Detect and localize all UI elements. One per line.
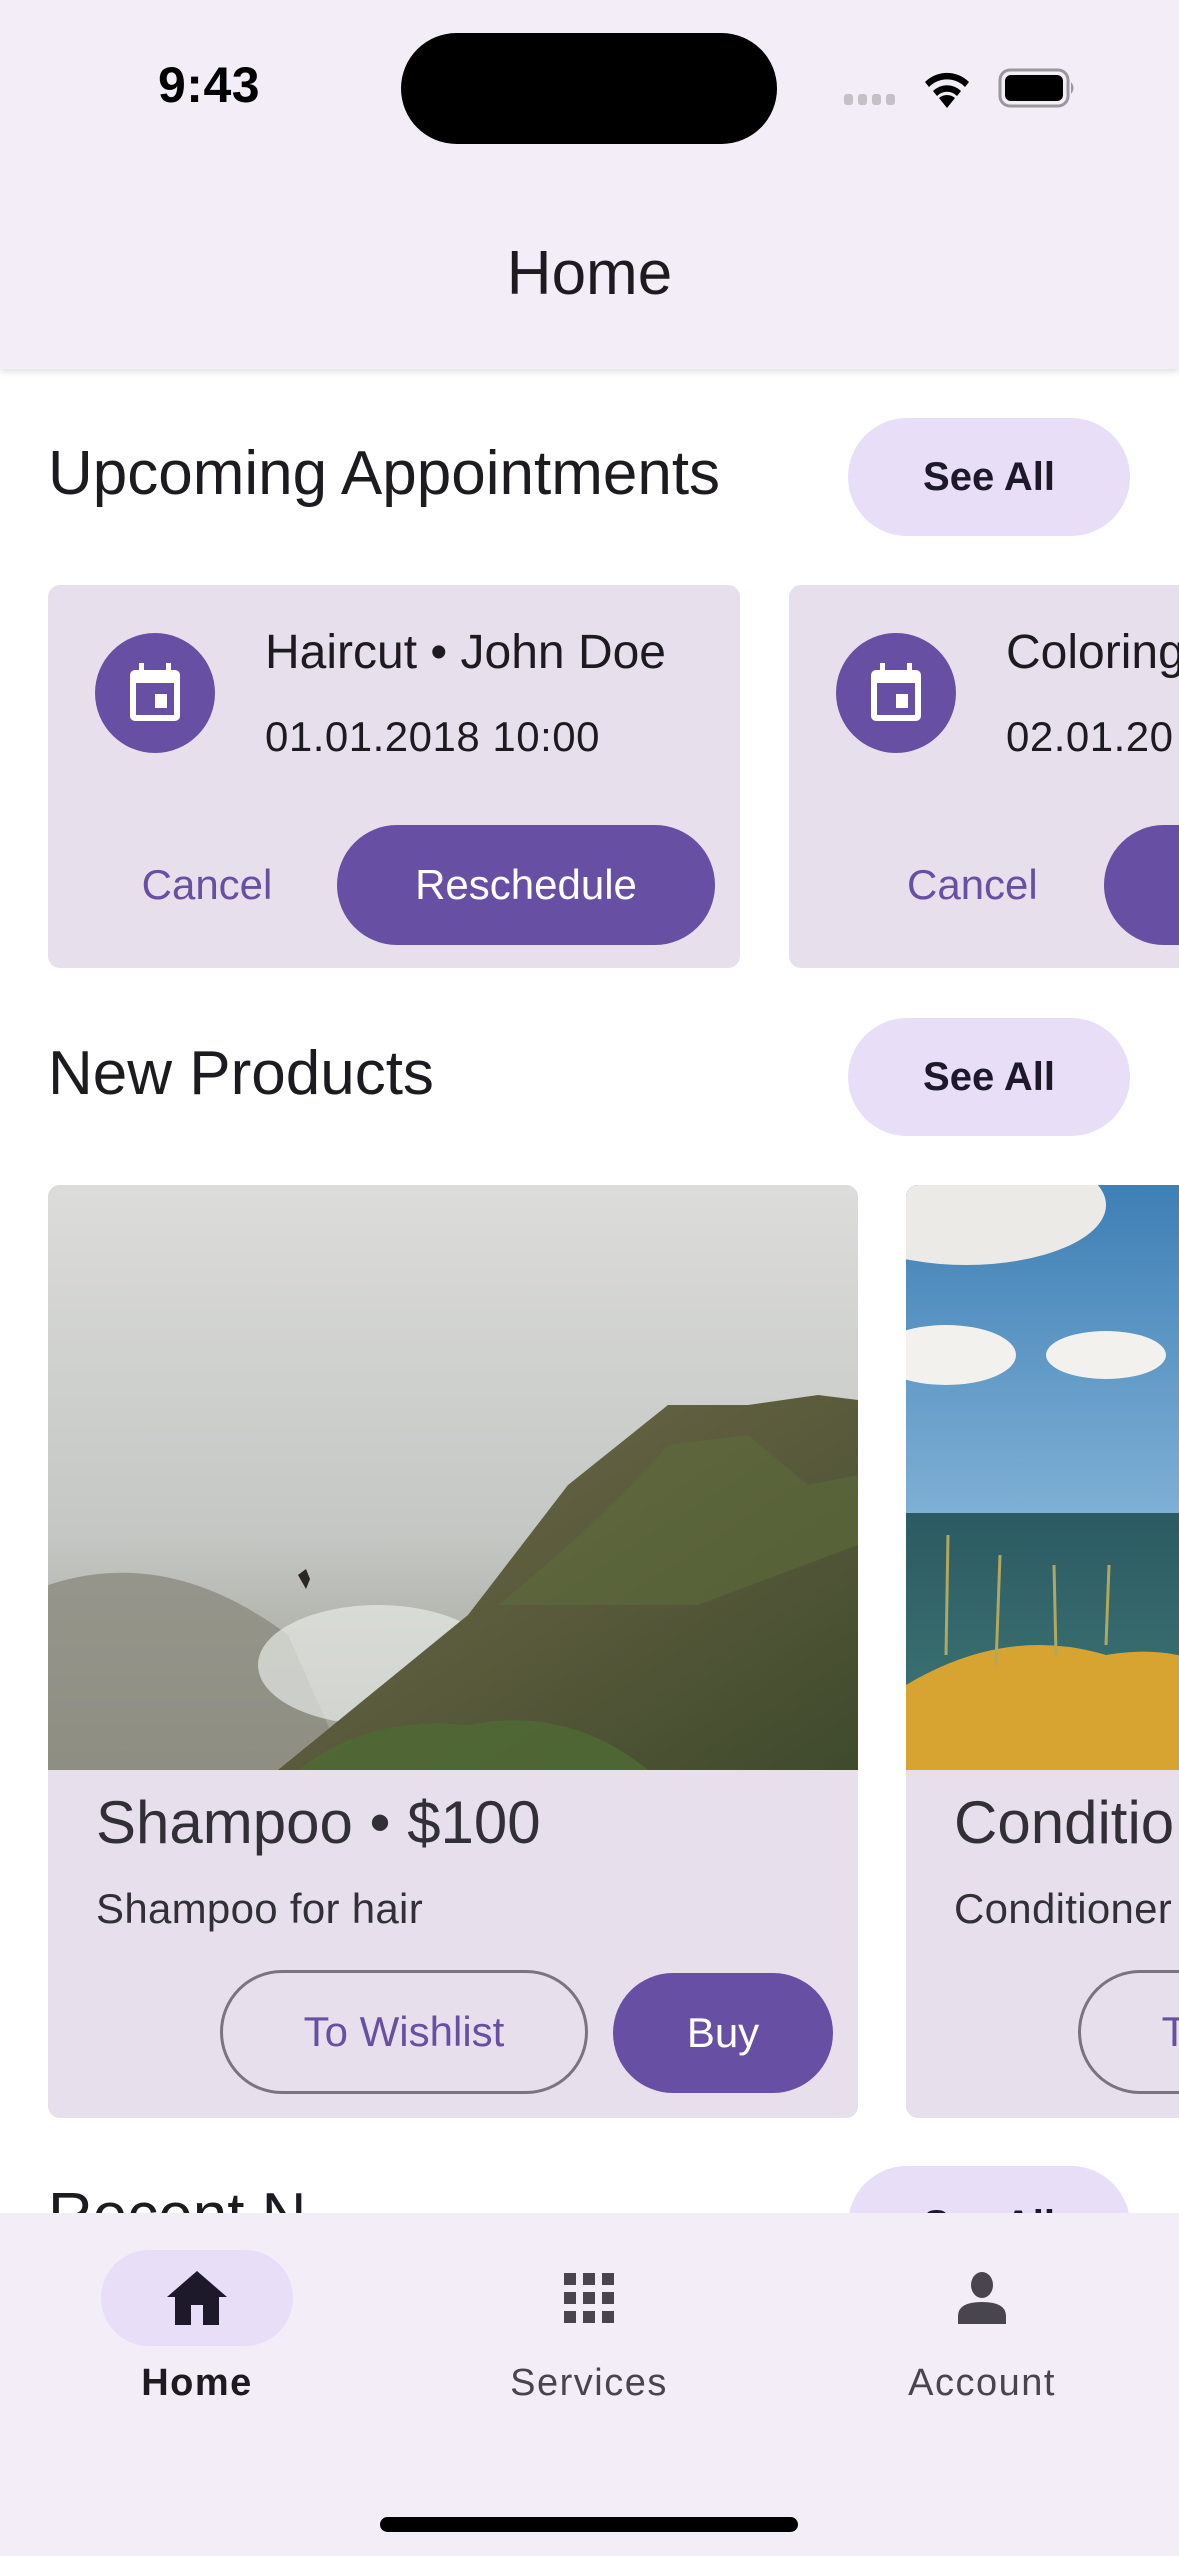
appointment-datetime: 02.01.20 — [1006, 713, 1174, 760]
dynamic-island — [401, 33, 777, 144]
nav-item-home[interactable]: Home — [67, 2250, 327, 2430]
wifi-icon — [925, 72, 969, 108]
appointment-card[interactable]: Coloring 02.01.20 Cancel — [789, 585, 1179, 968]
bottom-navigation-bar: Home Services Account — [0, 2213, 1179, 2556]
page-title: Home — [506, 239, 673, 308]
product-description: Shampoo for hair — [96, 1885, 423, 1932]
home-indicator[interactable] — [380, 2517, 798, 2532]
reschedule-button[interactable]: Reschedule — [337, 825, 715, 945]
person-icon — [958, 2272, 1006, 2324]
appointment-title: Haircut • John Doe — [265, 626, 666, 679]
cancel-appointment-button[interactable]: Cancel — [107, 825, 307, 945]
calendar-icon — [95, 633, 215, 753]
status-time: 9:43 — [158, 57, 261, 113]
appointment-title: Coloring — [1006, 626, 1179, 679]
products-see-all-button[interactable]: See All — [848, 1018, 1130, 1136]
appointments-section-title: Upcoming Appointments — [48, 439, 721, 508]
appointments-see-all-button[interactable]: See All — [848, 418, 1130, 536]
calendar-icon — [836, 633, 956, 753]
battery-icon — [998, 68, 1074, 108]
product-description: Conditioner — [954, 1885, 1173, 1932]
product-card[interactable]: Shampoo • $100 Shampoo for hair To Wishl… — [48, 1185, 858, 2118]
product-card[interactable]: Conditio Conditioner To Wishlist — [906, 1185, 1179, 2118]
product-image — [906, 1185, 1179, 1770]
appointment-card[interactable]: Haircut • John Doe 01.01.2018 10:00 Canc… — [48, 585, 740, 968]
top-app-bar: 9:43 Home — [0, 0, 1179, 369]
add-to-wishlist-button[interactable]: To Wishlist — [1078, 1970, 1179, 2094]
products-section-title: New Products — [48, 1039, 434, 1108]
product-title: Shampoo • $100 — [96, 1789, 541, 1856]
home-icon — [167, 2271, 227, 2325]
nav-indicator — [101, 2250, 293, 2346]
cellular-signal-icon — [844, 94, 895, 105]
product-image — [48, 1185, 858, 1770]
appointment-datetime: 01.01.2018 10:00 — [265, 713, 600, 760]
add-to-wishlist-button[interactable]: To Wishlist — [220, 1970, 588, 2094]
nav-label-services: Services — [510, 2362, 668, 2404]
buy-button[interactable]: Buy — [613, 1973, 833, 2093]
nav-label-home: Home — [141, 2362, 253, 2404]
product-title: Conditio — [954, 1789, 1175, 1856]
nav-item-account[interactable]: Account — [852, 2250, 1112, 2430]
nav-label-account: Account — [908, 2362, 1056, 2404]
apps-grid-icon — [564, 2273, 614, 2323]
nav-item-services[interactable]: Services — [459, 2250, 719, 2430]
